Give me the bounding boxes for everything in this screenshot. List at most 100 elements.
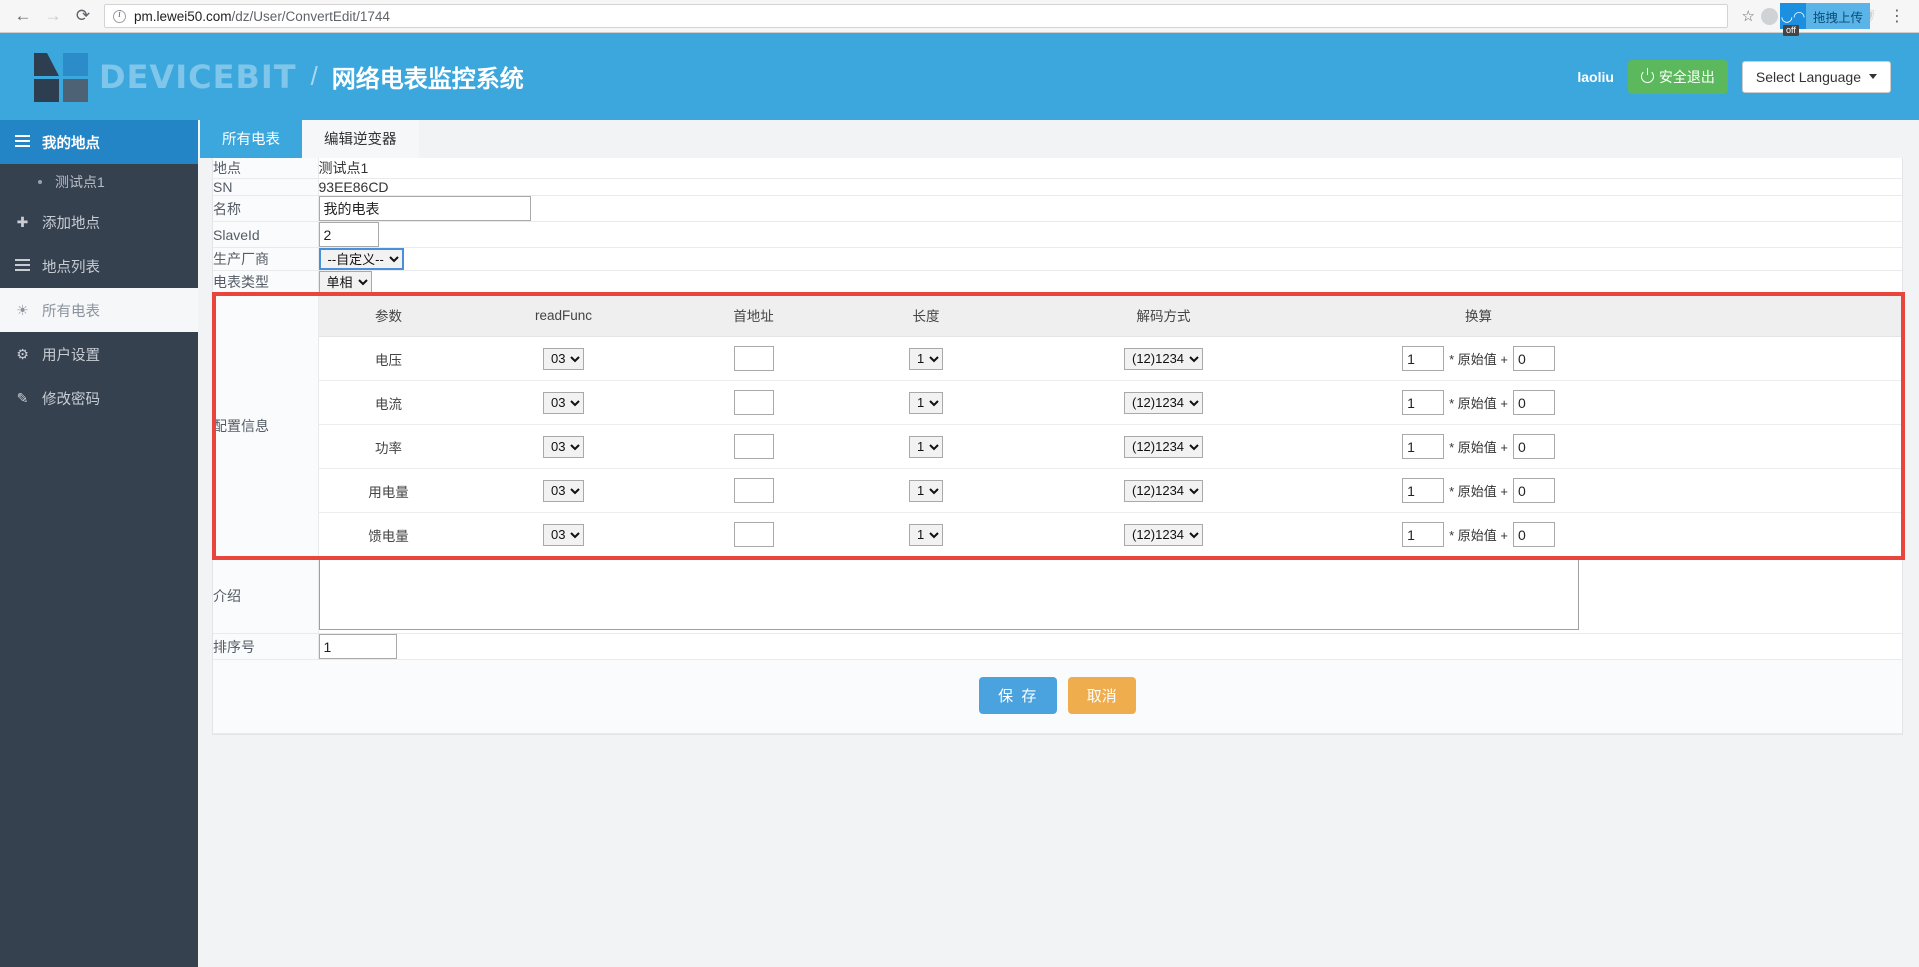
form-row-config: 配置信息 参数 readFunc 首地址 长度 解码方式 换算 电压 03 1 … [213,293,1903,558]
config-conversion-cell: * 原始值 + [1313,468,1644,513]
sidebar-item-site-list[interactable]: 地点列表 [0,244,198,288]
config-table-row: 用电量 03 1 (12)1234 * 原始值 + [318,468,1902,513]
readfunc-select[interactable]: 03 [543,523,584,546]
conversion-offset-input[interactable] [1512,434,1555,459]
conversion-multiplier-input[interactable] [1402,478,1445,503]
conversion-multiplier-input[interactable] [1402,346,1445,371]
conversion-formula-text: * 原始值 + [1449,440,1508,455]
browser-toolbar: ← → ⟳ pm.lewei50.com/dz/User/ConvertEdit… [0,0,1919,36]
site-info-icon[interactable] [113,9,126,23]
slaveid-input[interactable] [318,222,379,247]
list-alt-icon [14,258,31,274]
address-input[interactable] [733,390,774,415]
list-icon [14,134,31,150]
back-icon[interactable]: ← [8,2,38,30]
bookmark-star-icon[interactable]: ☆ [1736,7,1761,25]
config-header-spacer [1643,294,1902,337]
conversion-group: * 原始值 + [1402,434,1555,459]
config-decode-cell: (12)1234 [1014,513,1314,557]
form-row-sn: SN 93EE86CD [213,178,1902,196]
config-spacer-cell [1643,380,1902,425]
manufacturer-select[interactable]: --自定义-- [318,248,404,270]
sidebar-item-add-site[interactable]: ✚ 添加地点 [0,200,198,244]
config-spacer-cell [1644,513,1903,557]
config-readfunc-cell: 03 [458,468,669,513]
decode-select[interactable]: (12)1234 [1124,391,1203,414]
address-input[interactable] [733,434,774,459]
length-select[interactable]: 1 [909,347,943,370]
conversion-formula-text: * 原始值 + [1449,396,1508,411]
decode-select[interactable]: (12)1234 [1124,523,1203,546]
length-select[interactable]: 1 [909,391,943,414]
sort-label: 排序号 [213,633,319,660]
conversion-multiplier-input[interactable] [1402,522,1445,547]
config-table-body: 电压 03 1 (12)1234 * 原始值 + 电流 03 1 (12)1234 * 原始值 +… [318,336,1903,557]
sn-label: SN [213,178,319,196]
form-row-meter-type: 电表类型 单相 [213,270,1902,294]
decode-select[interactable]: (12)1234 [1124,347,1203,370]
config-length-cell: 1 [838,468,1014,513]
language-select[interactable]: Select Language [1741,60,1891,93]
sidebar-item-user-settings[interactable]: ⚙ 用户设置 [0,332,198,376]
decode-select[interactable]: (12)1234 [1124,435,1203,458]
config-address-cell [668,336,839,381]
config-table-row: 功率 03 1 (12)1234 * 原始值 + [318,424,1902,469]
site-value: 测试点1 [318,160,369,176]
edit-icon: ✎ [16,389,29,406]
readfunc-select[interactable]: 03 [543,479,584,502]
length-select[interactable]: 1 [909,523,943,546]
name-input[interactable] [318,196,531,221]
address-input[interactable] [733,346,774,371]
extension-generic-icon[interactable] [1761,7,1778,25]
config-decode-cell: (12)1234 [1013,468,1314,513]
conversion-offset-input[interactable] [1512,522,1555,547]
upload-extension-icon[interactable]: ◡◠ 拖拽上传 off [1780,3,1871,36]
current-user-label: laoliu [1577,68,1614,85]
length-select[interactable]: 1 [909,479,943,502]
readfunc-select[interactable]: 03 [543,435,584,458]
conversion-multiplier-input[interactable] [1402,434,1445,459]
save-button[interactable]: 保 存 [979,677,1058,714]
sn-value: 93EE86CD [318,179,389,195]
brand-name: DEVICEBIT [99,57,297,96]
sidebar-item-testsite1[interactable]: 测试点1 [0,164,198,200]
address-input[interactable] [733,478,774,503]
conversion-offset-input[interactable] [1512,346,1555,371]
reload-icon[interactable]: ⟳ [68,2,98,30]
cancel-button[interactable]: 取消 [1067,677,1136,714]
config-header-conversion: 换算 [1313,294,1644,337]
conversion-offset-input[interactable] [1512,478,1555,503]
config-header-address: 首地址 [668,294,839,337]
brand-block[interactable]: DEVICEBIT / 网络电表监控系统 [34,52,524,102]
config-param-label: 电流 [318,380,459,425]
readfunc-select[interactable]: 03 [543,391,584,414]
sidebar-item-label: 用户设置 [42,347,100,364]
config-table-row: 电压 03 1 (12)1234 * 原始值 + [318,336,1902,381]
length-select[interactable]: 1 [909,435,943,458]
sort-input[interactable] [318,634,397,659]
logout-button[interactable]: 安全退出 [1627,59,1728,94]
address-bar[interactable]: pm.lewei50.com/dz/User/ConvertEdit/1744 [104,4,1728,28]
readfunc-select[interactable]: 03 [543,347,584,370]
decode-select[interactable]: (12)1234 [1124,479,1203,502]
config-conversion-cell: * 原始值 + [1313,336,1644,381]
conversion-formula-text: * 原始值 + [1449,484,1508,499]
intro-textarea[interactable] [318,558,1579,630]
address-input[interactable] [733,522,774,547]
meter-type-select[interactable]: 单相 [318,271,372,293]
config-readfunc-cell: 03 [458,380,669,425]
sidebar-item-all-meters[interactable]: ☀ 所有电表 [0,288,198,332]
sidebar-item-change-password[interactable]: ✎ 修改密码 [0,376,198,420]
chrome-menu-icon[interactable]: ⋮ [1883,6,1911,26]
conversion-multiplier-input[interactable] [1402,390,1445,415]
edit-form-table: 地点 测试点1 SN 93EE86CD 名称 SlaveId [213,158,1902,734]
tab-all-meters[interactable]: 所有电表 [200,120,302,158]
dot-icon [38,180,42,184]
config-conversion-cell: * 原始值 + [1313,380,1644,425]
power-icon [1640,68,1654,83]
conversion-offset-input[interactable] [1512,390,1555,415]
config-decode-cell: (12)1234 [1013,380,1314,425]
plus-icon: ✚ [16,213,29,230]
tab-edit-inverter[interactable]: 编辑逆变器 [302,120,419,158]
sidebar-item-my-sites[interactable]: 我的地点 [0,120,198,164]
